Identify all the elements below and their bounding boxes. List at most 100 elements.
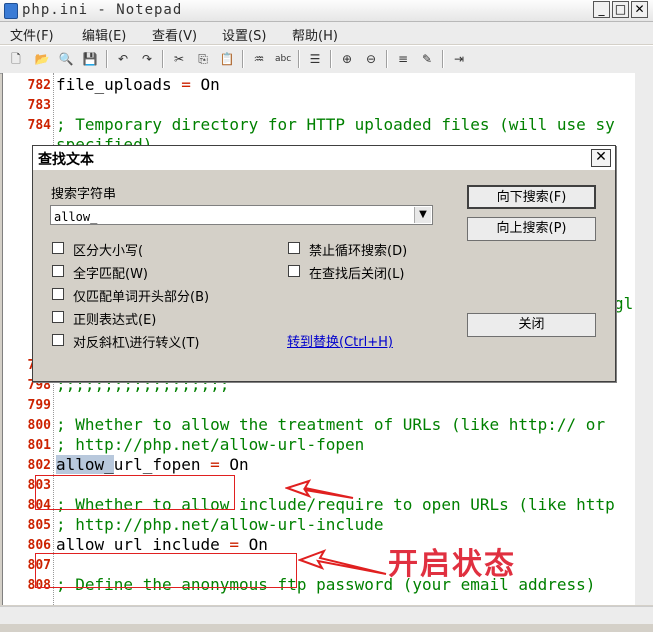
checkbox-regex[interactable]	[52, 311, 64, 323]
code-text: file_uploads = On	[56, 75, 220, 94]
toolbar-separator	[106, 50, 108, 68]
line-number: 782	[27, 78, 51, 93]
comment-text: ; http://php.net/allow-url-include	[56, 515, 384, 534]
partial-line-text: gl	[614, 294, 634, 313]
toolbar-separator	[162, 50, 164, 68]
code-line: 801 ; http://php.net/allow-url-fopen	[3, 435, 636, 455]
find-up-button[interactable]: 向上搜索(P)	[467, 217, 596, 241]
checkbox-escape-backslash[interactable]	[52, 334, 64, 346]
find-dialog: 查找文本 ✕ 搜索字符串 ▼ 区分大小写( 全字匹配(W) 仅匹配单词开头部分(…	[32, 145, 616, 382]
menu-view[interactable]: 查看(V)	[152, 25, 197, 44]
code-line: 802 allow_url_fopen = On	[3, 455, 636, 475]
search-match-highlight: allow_	[56, 455, 114, 474]
toolbar-separator	[442, 50, 444, 68]
code-text: allow_url_fopen = On	[56, 455, 249, 474]
label-close-after-find[interactable]: 在查找后关闭(L)	[309, 263, 404, 282]
code-line: 805 ; http://php.net/allow-url-include	[3, 515, 636, 535]
code-text: ; http://php.net/allow-url-include	[56, 515, 384, 534]
code-token: On	[219, 455, 249, 474]
code-line: 784 ; Temporary directory for HTTP upload…	[3, 115, 636, 135]
code-line: 782 file_uploads = On	[3, 75, 636, 95]
code-text: allow_url_include = On	[56, 535, 268, 554]
code-token: On	[190, 75, 220, 94]
line-number: 805	[27, 518, 51, 533]
toolbar-separator	[298, 50, 300, 68]
code-line: 800 ; Whether to allow the treatment of U…	[3, 415, 636, 435]
label-word-start[interactable]: 仅匹配单词开头部分(B)	[73, 286, 209, 305]
open-file-icon[interactable]: 📂	[34, 51, 50, 67]
find-down-button[interactable]: 向下搜索(F)	[467, 185, 596, 209]
menu-settings[interactable]: 设置(S)	[222, 25, 266, 44]
menu-help[interactable]: 帮助(H)	[292, 25, 338, 44]
line-number: 800	[27, 418, 51, 433]
spellcheck-icon[interactable]: abc	[275, 51, 291, 67]
code-token: =	[181, 75, 191, 94]
exit-icon[interactable]: ⇥	[451, 51, 467, 67]
word-wrap-icon[interactable]: ≡	[395, 51, 411, 67]
goto-replace-link[interactable]: 转到替换(Ctrl+H)	[287, 331, 393, 350]
toolbar-separator	[330, 50, 332, 68]
checkbox-match-case[interactable]	[52, 242, 64, 254]
dialog-close-button[interactable]: ✕	[591, 149, 611, 167]
line-number: 783	[27, 98, 51, 113]
label-match-case[interactable]: 区分大小写(	[73, 240, 143, 259]
code-text: ; Temporary directory for HTTP uploaded …	[56, 115, 615, 134]
line-number: 806	[27, 538, 51, 553]
chevron-down-icon[interactable]: ▼	[414, 207, 431, 223]
close-button[interactable]: ✕	[631, 1, 648, 18]
code-token: On	[239, 535, 268, 554]
comment-text: ; http://php.net/allow-url-fopen	[56, 435, 365, 454]
highlight-box-include	[35, 553, 297, 588]
checkbox-whole-word[interactable]	[52, 265, 64, 277]
checkbox-no-wrap[interactable]	[288, 242, 300, 254]
zoom-in-icon[interactable]: ⊕	[339, 51, 355, 67]
label-whole-word[interactable]: 全字匹配(W)	[73, 263, 148, 282]
toolbar-separator	[386, 50, 388, 68]
zoom-out-icon[interactable]: ⊖	[363, 51, 379, 67]
copy-icon[interactable]: ⎘	[195, 51, 211, 67]
label-no-wrap[interactable]: 禁止循环搜索(D)	[309, 240, 407, 259]
redo-icon[interactable]: ↷	[139, 51, 155, 67]
highlight-box-fopen	[35, 475, 235, 510]
minimize-button[interactable]: _	[593, 1, 610, 18]
menu-file[interactable]: 文件(F)	[10, 25, 54, 44]
line-number: 784	[27, 118, 51, 133]
menu-edit[interactable]: 编辑(E)	[82, 25, 126, 44]
code-token: =	[210, 455, 220, 474]
annotation-text: 开启状态	[388, 547, 516, 582]
new-file-icon[interactable]: 🗋	[8, 51, 24, 67]
maximize-button[interactable]: □	[612, 1, 629, 18]
code-token: url_fopen	[113, 455, 211, 474]
code-token: allow_url_include	[56, 535, 230, 554]
title-bar: php.ini - Notepad _ □ ✕	[0, 0, 653, 22]
status-bar	[0, 624, 653, 632]
paste-icon[interactable]: 📋	[219, 51, 235, 67]
cut-icon[interactable]: ✂	[171, 51, 187, 67]
label-regex[interactable]: 正则表达式(E)	[73, 309, 156, 328]
window-title: php.ini - Notepad	[22, 2, 183, 18]
line-number: 801	[27, 438, 51, 453]
red-arrow-icon	[285, 479, 354, 499]
code-token: =	[229, 535, 240, 554]
code-line: 783	[3, 95, 636, 115]
code-text: ; Whether to allow the treatment of URLs…	[56, 415, 605, 434]
properties-icon[interactable]: ☰	[307, 51, 323, 67]
checkbox-close-after-find[interactable]	[288, 265, 300, 277]
notepad-app-icon	[4, 3, 18, 19]
find-icon[interactable]: 🔍	[58, 51, 74, 67]
comment-text: ; Whether to allow the treatment of URLs…	[56, 415, 606, 434]
vertical-scrollbar[interactable]	[635, 73, 653, 605]
search-combobox[interactable]: ▼	[50, 205, 433, 226]
undo-icon[interactable]: ↶	[115, 51, 131, 67]
horizontal-scrollbar[interactable]	[0, 606, 653, 625]
dialog-title: 查找文本	[38, 152, 94, 168]
menu-bar: 文件(F) 编辑(E) 查看(V) 设置(S) 帮助(H)	[0, 22, 653, 44]
label-escape-backslash[interactable]: 对反斜杠\进行转义(T)	[73, 332, 199, 351]
edit-icon[interactable]: ✎	[419, 51, 435, 67]
dialog-close-btn[interactable]: 关闭	[467, 313, 596, 337]
line-number: 802	[27, 458, 51, 473]
search-input[interactable]	[51, 208, 412, 226]
find-replace-icon[interactable]: ♒	[251, 51, 267, 67]
save-icon[interactable]: 💾	[82, 51, 98, 67]
checkbox-word-start[interactable]	[52, 288, 64, 300]
